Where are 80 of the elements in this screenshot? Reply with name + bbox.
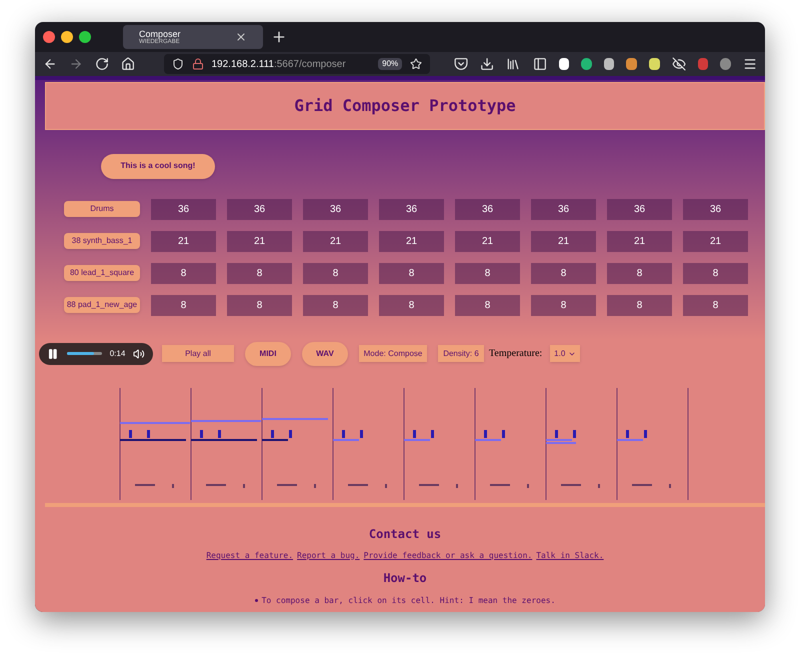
zoom-level[interactable]: 90% <box>378 58 402 70</box>
instrument-select[interactable]: Drums <box>64 201 140 217</box>
grid-cell[interactable]: 8 <box>607 294 672 316</box>
grid-cell[interactable]: 36 <box>531 198 596 220</box>
grid-cell[interactable]: 8 <box>455 262 520 284</box>
grid-cell[interactable]: 8 <box>607 262 672 284</box>
grid-cell[interactable]: 21 <box>607 230 672 252</box>
play-select[interactable]: Play all <box>162 345 234 362</box>
pause-icon[interactable] <box>47 348 59 360</box>
extension-icon[interactable] <box>626 58 638 70</box>
shield-icon[interactable] <box>172 58 184 70</box>
sidebar-icon[interactable] <box>532 56 547 72</box>
extension-icon[interactable] <box>604 58 614 70</box>
grid-cell[interactable]: 8 <box>455 294 520 316</box>
grid-cell[interactable]: 8 <box>683 294 748 316</box>
reload-icon[interactable] <box>95 56 110 72</box>
contact-heading: Contact us <box>368 526 442 542</box>
grid-cell[interactable]: 8 <box>379 262 444 284</box>
howto-item: To compose a bar, click on its cell. Hint: I mean the zeroes. <box>262 594 556 606</box>
eye-off-icon[interactable] <box>672 56 686 72</box>
grid-cell[interactable]: 21 <box>531 230 596 252</box>
grid-cell[interactable]: 8 <box>151 262 216 284</box>
instrument-select[interactable]: 88 pad_1_new_age <box>64 297 140 313</box>
circle-extension-icon[interactable] <box>581 58 592 70</box>
volume-icon[interactable] <box>133 348 145 360</box>
home-icon[interactable] <box>121 56 136 72</box>
density-select[interactable]: Density: 6 <box>438 345 484 362</box>
time-display: 0:14 <box>110 348 126 360</box>
midi-button[interactable]: MIDI <box>245 342 291 366</box>
minimize-window-icon[interactable] <box>61 31 73 43</box>
contact-link[interactable]: Provide feedback or ask a question. <box>364 550 532 562</box>
grid-cell[interactable]: 8 <box>303 262 368 284</box>
page-title: Grid Composer Prototype <box>294 95 516 117</box>
maximize-window-icon[interactable] <box>79 31 91 43</box>
howto-heading: How-to <box>383 570 427 586</box>
grid-cell[interactable]: 8 <box>531 294 596 316</box>
close-window-icon[interactable] <box>43 31 55 43</box>
address-bar[interactable]: 192.168.2.111:5667/composer 90% <box>164 54 430 74</box>
temperature-input[interactable]: 1.0 <box>550 345 580 362</box>
temperature-label: Temperature: <box>489 347 542 361</box>
grid-cell[interactable]: 36 <box>379 198 444 220</box>
account-avatar-icon[interactable] <box>720 58 731 70</box>
download-icon[interactable] <box>480 56 494 72</box>
grid-cell[interactable]: 21 <box>683 230 748 252</box>
library-icon[interactable] <box>506 56 521 72</box>
contact-link[interactable]: Report a bug. <box>297 550 360 562</box>
contact-link[interactable]: Request a feature. <box>206 550 294 562</box>
instrument-select[interactable]: 38 synth_bass_1 <box>64 233 140 249</box>
extension-icon[interactable] <box>649 58 660 70</box>
new-tab-icon[interactable] <box>271 29 287 45</box>
grid-cell[interactable]: 36 <box>151 198 216 220</box>
wav-button[interactable]: WAV <box>302 342 348 366</box>
seek-track[interactable] <box>66 352 102 355</box>
contact-link[interactable]: Talk in Slack. <box>536 550 604 562</box>
grid-cell[interactable]: 21 <box>379 230 444 252</box>
close-icon[interactable] <box>235 31 247 43</box>
instrument-select[interactable]: 80 lead_1_square <box>64 265 140 281</box>
grid-cell[interactable]: 8 <box>151 294 216 316</box>
grid-cell[interactable]: 36 <box>607 198 672 220</box>
tab-title: Composer <box>139 30 182 38</box>
grid-cell[interactable]: 21 <box>151 230 216 252</box>
bullet-icon <box>254 599 258 602</box>
star-icon[interactable] <box>410 58 422 70</box>
grid-cell[interactable]: 8 <box>303 294 368 316</box>
grid-cell[interactable]: 8 <box>531 262 596 284</box>
song-button[interactable]: This is a cool song! <box>101 154 215 178</box>
mode-select[interactable]: Mode: Compose <box>359 345 427 362</box>
grid-cell[interactable]: 21 <box>303 230 368 252</box>
grid-cell[interactable]: 36 <box>683 198 748 220</box>
grid-cell[interactable]: 8 <box>683 262 748 284</box>
grid-cell[interactable]: 8 <box>227 294 292 316</box>
grid-cell[interactable]: 21 <box>227 230 292 252</box>
url-text: 192.168.2.111:5667/composer <box>212 58 347 72</box>
grid-cell[interactable]: 8 <box>379 294 444 316</box>
grid-cell[interactable]: 36 <box>303 198 368 220</box>
grid-cell[interactable]: 36 <box>455 198 520 220</box>
lock-icon[interactable] <box>192 58 204 70</box>
grid-cell[interactable]: 21 <box>455 230 520 252</box>
grid-cell[interactable]: 8 <box>227 262 292 284</box>
grid-cell[interactable]: 36 <box>227 198 292 220</box>
